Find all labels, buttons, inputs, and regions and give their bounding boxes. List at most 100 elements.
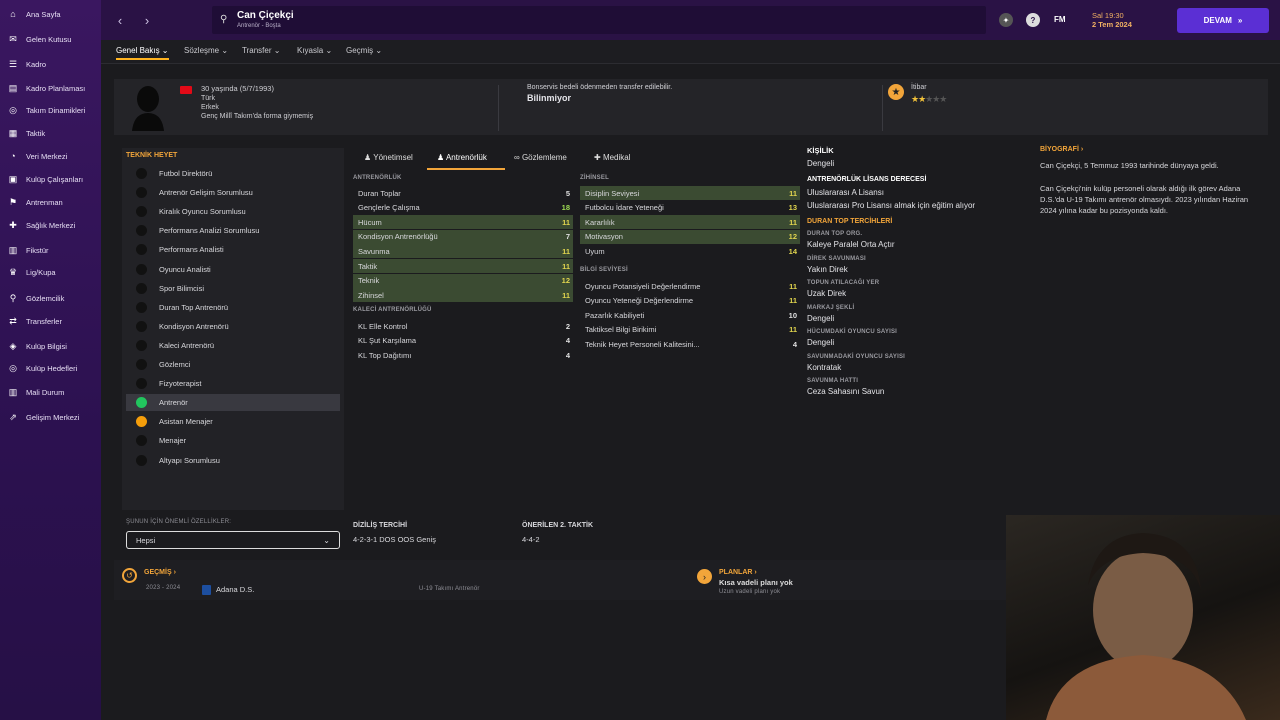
development-icon: ⇗ (9, 411, 17, 422)
mental-section-title: ZİHİNSEL (580, 175, 609, 181)
chevron-down-icon: ⌄ (219, 46, 229, 55)
staff-role-item[interactable]: Performans Analizi Sorumlusu (126, 222, 340, 239)
attribute-row: Duran Toplar 5 (353, 186, 573, 200)
inbox-icon: ✉ (9, 33, 17, 44)
attribute-value: 5 (565, 188, 570, 198)
subnav-label: Sözleşme (184, 46, 220, 55)
staff-role-label: Gözlemci (159, 360, 191, 369)
biography-title[interactable]: BİYOGRAFİ › (1040, 146, 1083, 153)
personality-license_note: Uluslararası Pro Lisansı almak için eğit… (807, 201, 976, 210)
alt-tactic-label: ÖNERİLEN 2. TAKTİK (522, 522, 594, 529)
back-button[interactable]: ‹ (109, 8, 131, 32)
staff-role-item[interactable]: Duran Top Antrenörü (126, 299, 340, 316)
tab-label: Yönetimsel (373, 153, 413, 162)
staff-role-label: Oyuncu Analisti (159, 264, 211, 274)
plans-title[interactable]: PLANLAR › (719, 569, 757, 576)
tab-gozlemleme[interactable]: ∞ Gözlemleme (514, 153, 567, 162)
subnav-tab-4[interactable]: Kıyasla ⌄ (297, 46, 332, 55)
history-title[interactable]: GEÇMİŞ › (144, 569, 176, 576)
attribute-label: Motivasyon (585, 232, 623, 242)
tab-antrenorluk[interactable]: ♟ Antrenörlük (437, 153, 487, 162)
continue-button[interactable]: DEVAM » (1177, 8, 1269, 33)
attribute-row: KL Top Dağıtımı 4 (353, 348, 573, 362)
staff-role-item[interactable]: Futbol Direktörü (126, 165, 340, 182)
sidebar-item-label: Kulüp Bilgisi (26, 341, 67, 351)
staff-role-item[interactable]: Kiralık Oyuncu Sorumlusu (126, 203, 340, 220)
staff-role-item[interactable]: Performans Analisti (126, 241, 340, 258)
filter-dropdown[interactable]: Hepsi ⌄ (126, 531, 340, 549)
staff-role-item[interactable]: Oyuncu Analisti (126, 261, 340, 278)
staff-role-item[interactable]: Spor Bilimcisi (126, 280, 340, 297)
sidebar-item-12[interactable]: ♛ Lig/Kupa (0, 263, 101, 281)
sidebar-item-label: Kadro Planlaması (26, 83, 86, 93)
transfer-value: Bilinmiyor (527, 93, 572, 103)
trophy-icon: ♛ (8, 266, 18, 277)
staff-panel-title: TEKNİK HEYET (126, 152, 178, 159)
biography-text-2: Can Çiçekçi'nin kulüp personeli olarak a… (1040, 184, 1249, 215)
staff-role-label: Menajer (159, 436, 187, 446)
history-years: 2023 - 2024 (146, 585, 181, 591)
attribute-row: Oyuncu Yeteneği Değerlendirme 11 (580, 294, 800, 308)
staff-role-item[interactable]: Antrenör (126, 394, 340, 412)
subnav-tab-1[interactable]: Genel Bakış ⌄ (116, 46, 169, 60)
staff-role-label: Altyapı Sorumlusu (159, 455, 220, 465)
personality-prefs-3-value: Dengeli (807, 313, 835, 323)
sidebar-item-10[interactable]: ✚ Sağlık Merkezi (0, 216, 101, 234)
tab-yonetimsel[interactable]: ♟ Yönetimsel (364, 153, 413, 162)
history-role: U-19 Takımı Antrenör (419, 586, 480, 592)
staff-role-item[interactable]: Fizyoterapist (126, 375, 340, 392)
subnav-label: Kıyasla (297, 46, 324, 55)
sidebar-item-18[interactable]: ⇗ Gelişim Merkezi (0, 408, 101, 426)
attribute-value: 11 (562, 290, 570, 300)
sidebar-item-15[interactable]: ◈ Kulüp Bilgisi (0, 337, 101, 355)
fm-menu-button[interactable]: FM (1054, 15, 1066, 24)
status-dot-icon (136, 244, 147, 256)
help-icon[interactable]: ? (1026, 13, 1040, 27)
attribute-value: 11 (562, 261, 570, 271)
sidebar-item-2[interactable]: ✉ Gelen Kutusu (0, 30, 101, 48)
sidebar-item-5[interactable]: ◎ Takım Dinamikleri (0, 101, 101, 119)
sidebar-item-16[interactable]: ◎ Kulüp Hedefleri (0, 359, 101, 377)
staff-role-label: Spor Bilimcisi (159, 283, 205, 293)
sidebar-item-14[interactable]: ⇄ Transferler (0, 312, 101, 330)
sidebar-item-7[interactable]: ◔ Veri Merkezi (0, 147, 101, 165)
date-day: 2 Tem 2024 (1092, 20, 1132, 29)
streamer-webcam-image (1046, 533, 1246, 720)
personality-prefs-3-label: MARKAJ ŞEKLİ (807, 304, 855, 311)
sidebar-item-8[interactable]: ▣ Kulüp Çalışanları (0, 170, 101, 188)
sidebar-item-9[interactable]: ⚑ Antrenman (0, 193, 101, 211)
forward-button[interactable]: › (136, 8, 158, 32)
sidebar-item-4[interactable]: ▤ Kadro Planlaması (0, 79, 101, 97)
sidebar-item-17[interactable]: ▥ Mali Durum (0, 383, 101, 401)
history-club[interactable]: Adana D.S. (216, 585, 254, 594)
sidebar-item-label: Lig/Kupa (26, 267, 56, 277)
coaching-section-title: ANTRENÖRLÜK (353, 175, 402, 181)
turkey-flag-icon (180, 86, 192, 94)
sidebar-item-3[interactable]: ☰ Kadro (0, 55, 101, 73)
attribute-label: Taktiksel Bilgi Birikimi (585, 325, 657, 335)
globe-icon[interactable]: ✦ (999, 13, 1013, 27)
staff-role-item[interactable]: Kaleci Antrenörü (126, 337, 340, 354)
subnav-tab-5[interactable]: Geçmiş ⌄ (346, 46, 382, 55)
sidebar-item-13[interactable]: ⚲ Gözlemcilik (0, 289, 101, 307)
sidebar-item-11[interactable]: ▥ Fikstür (0, 241, 101, 259)
sidebar-item-6[interactable]: ▦ Taktik (0, 124, 101, 142)
tab-medikal[interactable]: ✚ Medikal (594, 153, 631, 162)
subnav-tab-3[interactable]: Transfer ⌄ (242, 46, 280, 55)
staff-role-item[interactable]: Asistan Menajer (126, 413, 340, 430)
staff-role-item[interactable]: Kondisyon Antrenörü (126, 318, 340, 335)
sidebar-item-1[interactable]: ⌂ Ana Sayfa (0, 5, 101, 23)
personality-kisilik: Dengeli (807, 159, 835, 168)
staff-role-item[interactable]: Gözlemci (126, 356, 340, 373)
double-chevron-icon: » (1237, 16, 1243, 25)
staff-role-label: Performans Analisti (159, 245, 224, 255)
staff-role-item[interactable]: Menajer (126, 432, 340, 449)
search-box[interactable]: ⚲ Can Çiçekçi Antrenör - Boşta (212, 6, 986, 34)
personality-prefs-0-value: Kaleye Paralel Orta Açtır (807, 240, 895, 249)
formation-label: DİZİLİŞ TERCİHİ (353, 522, 408, 529)
staff-role-item[interactable]: Antrenör Gelişim Sorumlusu (126, 184, 340, 201)
subnav-tab-2[interactable]: Sözleşme ⌄ (184, 46, 228, 55)
home-icon: ⌂ (10, 9, 16, 19)
divider (498, 85, 499, 131)
staff-role-item[interactable]: Altyapı Sorumlusu (126, 452, 340, 469)
